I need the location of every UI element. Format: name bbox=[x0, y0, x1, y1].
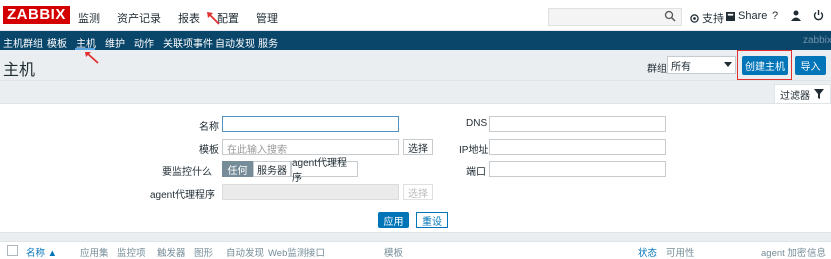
proxy-input bbox=[222, 184, 399, 200]
monitor-option-server[interactable]: 服务器 bbox=[253, 161, 291, 177]
group-select[interactable]: 所有 bbox=[667, 56, 736, 74]
filter-panel: 名称 模板 在此输入搜索 选择 要监控什么 任何 服务器 agent代理程序 a… bbox=[0, 103, 831, 233]
nav-administration[interactable]: 管理 bbox=[256, 10, 278, 26]
subnav-actions[interactable]: 动作 bbox=[134, 35, 154, 50]
logout-icon[interactable] bbox=[813, 10, 824, 21]
ip-label: IP地址 bbox=[459, 145, 489, 156]
dns-input[interactable] bbox=[489, 116, 666, 132]
user-profile-icon[interactable] bbox=[791, 10, 801, 21]
col-graphs: 图形 bbox=[194, 248, 214, 259]
port-label: 端口 bbox=[466, 167, 486, 178]
proxy-label: agent代理程序 bbox=[150, 190, 216, 201]
nav-reports[interactable]: 报表 bbox=[178, 10, 200, 26]
subnav-templates[interactable]: 模板 bbox=[47, 35, 67, 50]
subnav-discovery[interactable]: 自动发现 bbox=[215, 35, 255, 50]
template-label: 模板 bbox=[199, 145, 219, 156]
col-interface: 接口 bbox=[306, 248, 326, 259]
col-discovery: 自动发现 bbox=[226, 248, 265, 259]
annotation-arrow-icon bbox=[207, 12, 220, 25]
nav-monitoring[interactable]: 监测 bbox=[78, 10, 100, 26]
hosts-table-header: 名称 ▲ 应用集 监控项 触发器 图形 自动发现 Web监测 接口 模板 状态 … bbox=[0, 241, 831, 259]
annotation-arrow-icon bbox=[85, 52, 99, 64]
col-applications: 应用集 bbox=[80, 248, 109, 259]
support-link[interactable]: 支持 bbox=[690, 10, 724, 26]
monitor-option-proxy[interactable]: agent代理程序 bbox=[291, 158, 358, 184]
col-info: 信息 bbox=[807, 248, 827, 259]
reset-button[interactable]: 重设 bbox=[416, 212, 448, 228]
group-label: 群组 bbox=[647, 64, 667, 75]
subnav-services[interactable]: 服务 bbox=[258, 35, 278, 50]
template-select-button[interactable]: 选择 bbox=[403, 139, 433, 155]
col-triggers: 触发器 bbox=[157, 248, 186, 259]
nav-inventory[interactable]: 资产记录 bbox=[117, 10, 161, 26]
monitor-option-any[interactable]: 任何 bbox=[222, 161, 253, 177]
share-link[interactable]: Share bbox=[726, 10, 767, 22]
col-items: 监控项 bbox=[117, 248, 146, 259]
main-nav: 监测 资产记录 报表 配置 管理 bbox=[78, 10, 295, 26]
search-icon[interactable] bbox=[664, 10, 676, 22]
import-button[interactable]: 导入 bbox=[795, 56, 826, 75]
ip-input[interactable] bbox=[489, 139, 666, 155]
select-all-checkbox[interactable] bbox=[7, 245, 18, 256]
support-icon bbox=[690, 13, 699, 23]
filter-tab-label: 过滤器 bbox=[780, 90, 810, 102]
col-status[interactable]: 状态 bbox=[638, 245, 657, 259]
name-input[interactable] bbox=[222, 116, 399, 132]
proxy-select-button: 选择 bbox=[403, 184, 433, 200]
subnav-correlation[interactable]: 关联项事件 bbox=[163, 35, 213, 50]
monitor-label: 要监控什么 bbox=[162, 167, 212, 178]
share-icon bbox=[726, 11, 735, 21]
name-label: 名称 bbox=[199, 122, 219, 133]
chevron-down-icon bbox=[724, 62, 732, 67]
filter-icon bbox=[814, 89, 824, 99]
col-name[interactable]: 名称 ▲ bbox=[26, 245, 57, 259]
dns-label: DNS bbox=[466, 118, 488, 129]
support-label: 支持 bbox=[702, 13, 724, 25]
col-agent-encryption: agent 加密 bbox=[761, 248, 807, 259]
col-templates: 模板 bbox=[384, 248, 404, 259]
col-web: Web监测 bbox=[268, 248, 307, 259]
group-select-value: 所有 bbox=[671, 61, 691, 73]
sub-nav: 主机群组 模板 主机 维护 动作 关联项事件 自动发现 服务 zabbix bbox=[0, 31, 831, 50]
top-header: ZABBIX 监测 资产记录 报表 配置 管理 支持 Share ? bbox=[0, 0, 831, 31]
filter-tab[interactable]: 过滤器 bbox=[774, 84, 831, 103]
highlight-box bbox=[737, 50, 792, 80]
help-label: ? bbox=[772, 10, 779, 22]
col-availability: 可用性 bbox=[666, 248, 695, 259]
help-button[interactable]: ? bbox=[772, 10, 778, 22]
zabbix-logo[interactable]: ZABBIX bbox=[3, 6, 70, 24]
page-title-bar: 主机 群组 所有 创建主机 导入 bbox=[0, 50, 831, 81]
global-search-input[interactable] bbox=[548, 8, 682, 26]
page-title: 主机 bbox=[3, 62, 36, 79]
subnav-maintenance[interactable]: 维护 bbox=[105, 35, 125, 50]
apply-button[interactable]: 应用 bbox=[378, 212, 409, 228]
share-label: Share bbox=[738, 10, 768, 22]
subnav-host-groups[interactable]: 主机群组 bbox=[3, 35, 43, 50]
port-input[interactable] bbox=[489, 161, 666, 177]
server-name: zabbix bbox=[803, 35, 831, 46]
template-input[interactable]: 在此输入搜索 bbox=[222, 139, 399, 156]
